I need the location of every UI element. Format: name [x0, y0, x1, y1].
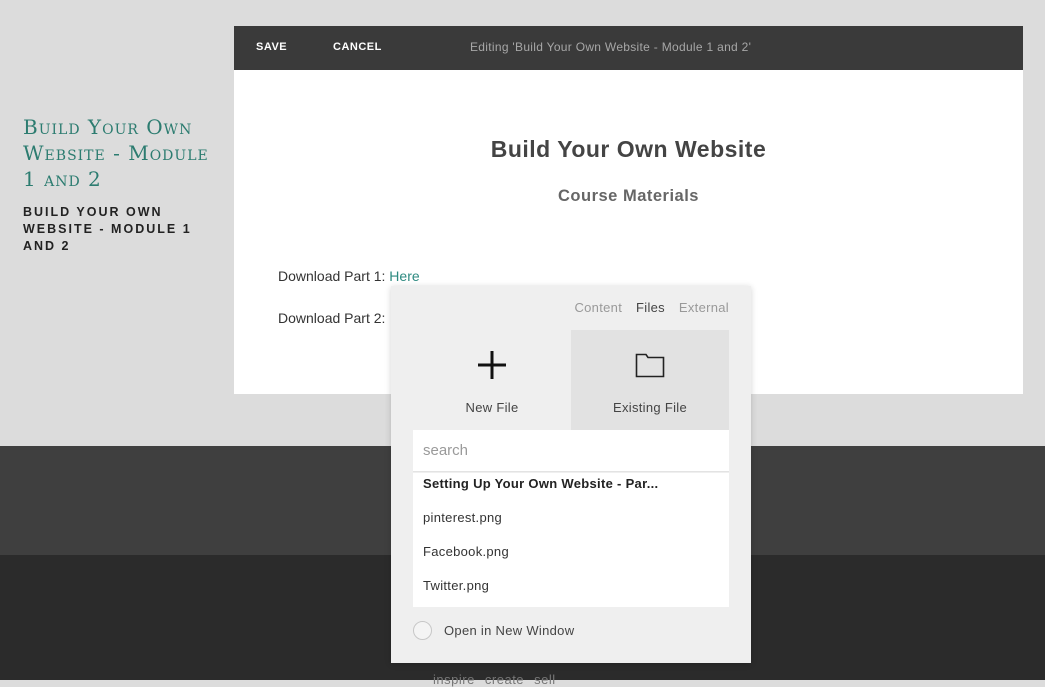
link-type-tabs: Content Files External — [564, 300, 729, 315]
plus-icon — [478, 351, 506, 379]
editor-toolbar: SAVE CANCEL Editing 'Build Your Own Webs… — [234, 26, 1023, 70]
site-title[interactable]: Build Your Own Website - Module 1 and 2 — [23, 114, 223, 192]
file-list: Setting Up Your Own Website - Par... pin… — [413, 473, 729, 607]
new-file-button[interactable]: New File — [413, 330, 571, 430]
existing-file-button[interactable]: Existing File — [571, 330, 729, 430]
download-part2-label: Download Part 2: — [278, 310, 386, 326]
open-new-window-radio[interactable] — [413, 620, 432, 640]
tab-content[interactable]: Content — [574, 300, 622, 315]
tab-external[interactable]: External — [679, 300, 729, 315]
editing-title: Editing 'Build Your Own Website - Module… — [470, 40, 752, 54]
download-part1-row: Download Part 1: Here — [278, 268, 420, 284]
save-button[interactable]: SAVE — [256, 41, 287, 53]
file-item-pinterest[interactable]: pinterest.png — [413, 507, 729, 541]
open-new-window-option[interactable]: Open in New Window — [413, 618, 574, 642]
file-item-facebook[interactable]: Facebook.png — [413, 541, 729, 575]
file-search-input[interactable] — [413, 430, 729, 472]
download-part1-label: Download Part 1: — [278, 268, 390, 284]
link-picker-panel: Content Files External New File Existing… — [391, 286, 751, 663]
tab-files[interactable]: Files — [636, 300, 665, 315]
file-item-setting-up[interactable]: Setting Up Your Own Website - Par... — [413, 473, 729, 507]
file-item-twitter[interactable]: Twitter.png — [413, 575, 729, 609]
cancel-button[interactable]: CANCEL — [333, 41, 382, 53]
existing-file-label: Existing File — [613, 400, 687, 415]
download-part2-row: Download Part 2: — [278, 310, 385, 326]
folder-icon — [635, 353, 665, 378]
site-subtitle: BUILD YOUR OWN WEBSITE - MODULE 1 AND 2 — [23, 205, 192, 253]
new-file-label: New File — [465, 400, 519, 415]
download-part1-link[interactable]: Here — [389, 268, 419, 284]
content-heading: Build Your Own Website — [490, 136, 767, 162]
open-new-window-label: Open in New Window — [444, 622, 575, 638]
content-subheading: Course Materials — [558, 187, 699, 205]
